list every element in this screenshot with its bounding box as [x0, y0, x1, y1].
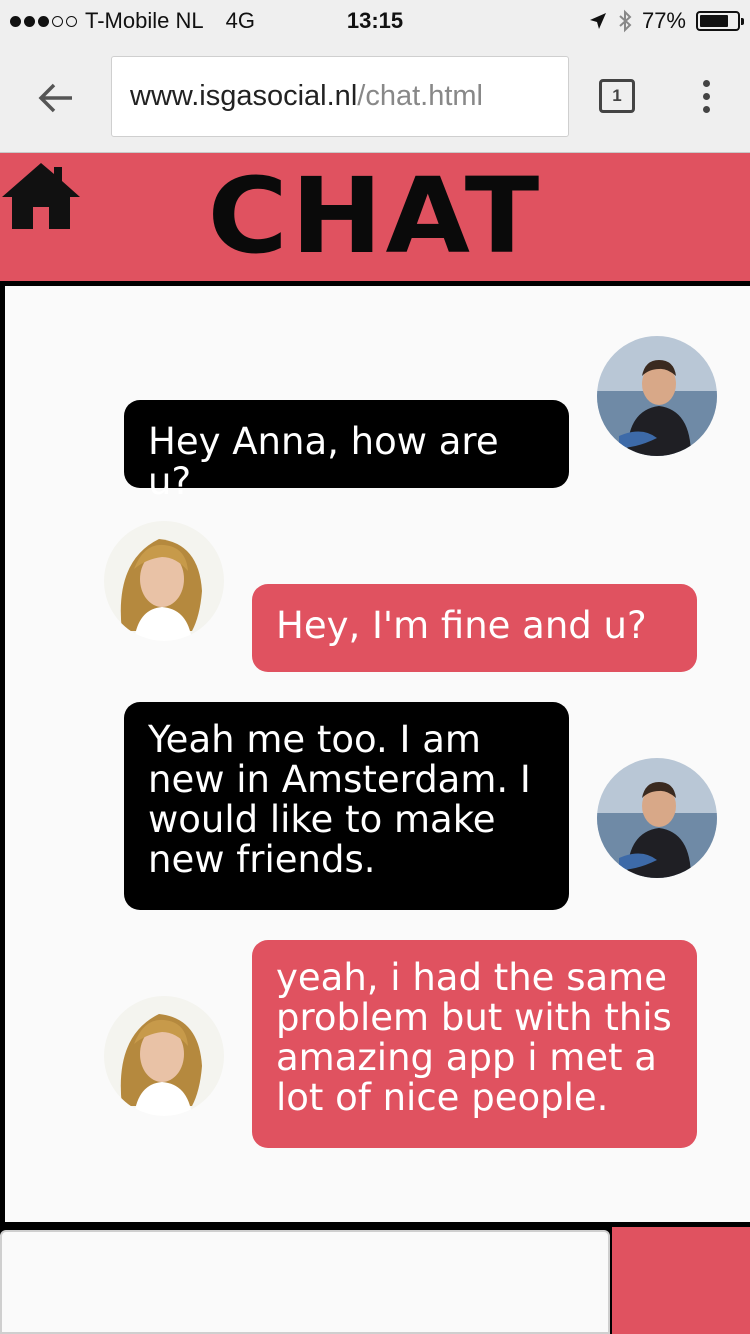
avatar-anna[interactable] [104, 521, 224, 641]
url-host: www.isgasocial.nl [130, 80, 358, 112]
more-menu-button[interactable] [690, 74, 722, 118]
url-path: /chat.html [357, 80, 483, 112]
page-title: CHAT [207, 155, 543, 277]
back-button[interactable] [32, 74, 80, 122]
message-bubble-received: Hey, I'm fine and u? [252, 584, 697, 672]
male-avatar-photo [597, 758, 717, 878]
tab-switcher-button[interactable]: 1 [599, 79, 635, 113]
message-bubble-sent: Hey Anna, how are u? [124, 400, 569, 502]
location-arrow-icon [589, 13, 606, 29]
bluetooth-icon [619, 9, 632, 33]
anna-avatar-photo [104, 521, 224, 641]
battery-percent: 77% [641, 8, 686, 33]
address-bar[interactable]: www.isgasocial.nl/chat.html [111, 56, 569, 137]
male-avatar-photo [597, 336, 717, 456]
chat-messages[interactable]: Hey Anna, how are u? Hey, I'm fine and u… [0, 281, 750, 1227]
arrow-left-icon [38, 83, 72, 113]
message-input[interactable] [0, 1230, 610, 1334]
status-bar: T-Mobile NL 4G 13:15 77% [0, 0, 750, 40]
avatar-male[interactable] [597, 758, 717, 878]
message-bubble-sent: Yeah me too. I am new in Amsterdam. I wo… [124, 702, 569, 910]
battery-fill [700, 15, 728, 27]
avatar-male[interactable] [597, 336, 717, 456]
avatar-anna[interactable] [104, 996, 224, 1116]
browser-toolbar: www.isgasocial.nl/chat.html 1 [0, 40, 750, 152]
status-right: 77% [588, 8, 744, 34]
send-button[interactable] [612, 1227, 750, 1334]
chat-header: CHAT [0, 152, 750, 281]
battery-icon [696, 11, 744, 31]
anna-avatar-photo [104, 996, 224, 1116]
message-bubble-received: yeah, i had the same problem but with th… [252, 940, 697, 1148]
